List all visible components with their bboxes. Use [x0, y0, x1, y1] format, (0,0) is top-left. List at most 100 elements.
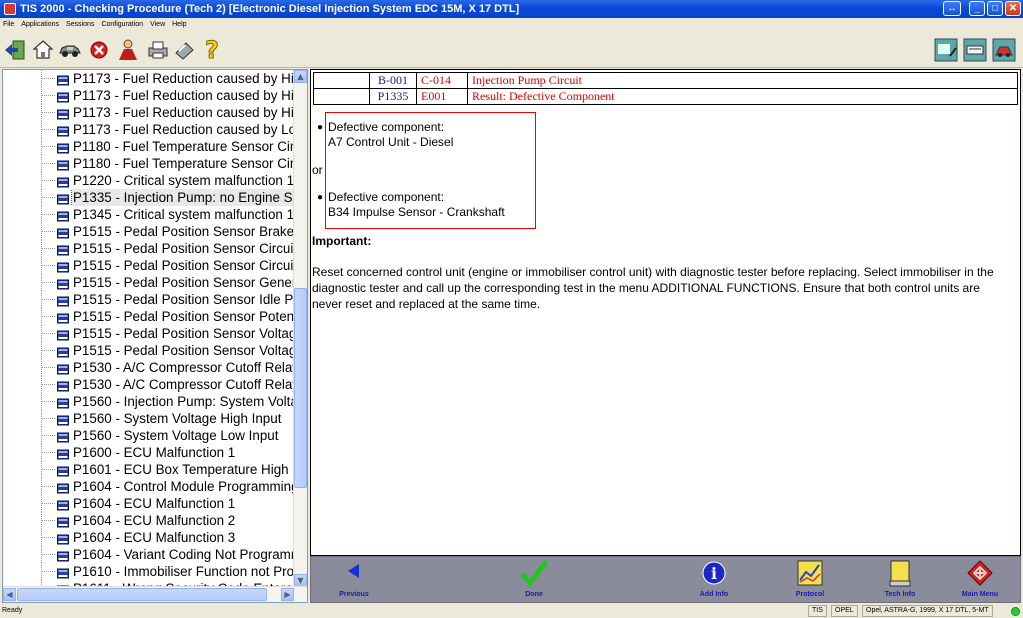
menu-configuration[interactable]: Configuration: [98, 21, 147, 28]
tree-item[interactable]: P1530 - A/C Compressor Cutoff Relay Low: [3, 359, 295, 376]
tree-vertical-scrollbar[interactable]: ▲ ▼: [293, 70, 307, 587]
scroll-right-icon[interactable]: ▶: [281, 588, 294, 601]
restore-down-extra-button[interactable]: ↔: [943, 1, 961, 16]
tree-item[interactable]: P1345 - Critical system malfunction 1: [3, 206, 295, 223]
tree-item[interactable]: P1515 - Pedal Position Sensor General Fa…: [3, 274, 295, 291]
tree-item-label: P1515 - Pedal Position Sensor Voltage Lo…: [73, 326, 295, 341]
tech2-icon[interactable]: [934, 37, 958, 63]
tree-item[interactable]: P1560 - Injection Pump: System Voltage: [3, 393, 295, 410]
protocol-button[interactable]: Protocol: [775, 557, 845, 602]
tree-item[interactable]: P1600 - ECU Malfunction 1: [3, 444, 295, 461]
tree-connector: [41, 325, 56, 342]
scroll-left-icon[interactable]: ◀: [3, 588, 16, 601]
defect-title: Defective component:: [328, 120, 445, 134]
window-title: TIS 2000 - Checking Procedure (Tech 2) […: [20, 3, 520, 15]
back-arrow-icon: [348, 564, 359, 578]
protocol-chart-icon: [797, 560, 823, 586]
book-icon: [57, 481, 69, 494]
tree-item[interactable]: P1604 - Control Module Programming Error: [3, 478, 295, 495]
menu-sessions[interactable]: Sessions: [63, 21, 98, 28]
tree-item[interactable]: P1560 - System Voltage High Input: [3, 410, 295, 427]
tree-item-label: P1560 - Injection Pump: System Voltage: [73, 394, 295, 409]
book-icon: [57, 294, 69, 307]
close-button[interactable]: ✕: [1005, 1, 1021, 16]
table-row: P1335 E001 Result: Defective Component: [313, 88, 1018, 105]
tree-item[interactable]: P1515 - Pedal Position Sensor Circuit Lo…: [3, 240, 295, 257]
tree-item[interactable]: P1515 - Pedal Position Sensor Circuit Hi…: [3, 257, 295, 274]
tree-item[interactable]: P1335 - Injection Pump: no Engine Speed …: [3, 189, 295, 206]
tree-item[interactable]: P1180 - Fuel Temperature Sensor Circuit …: [3, 155, 295, 172]
book-icon: [57, 243, 69, 256]
book-icon: [57, 73, 69, 86]
print-icon[interactable]: [145, 37, 171, 63]
book-icon: [57, 379, 69, 392]
tree-item[interactable]: P1610 - Immobiliser Function not Program…: [3, 563, 295, 580]
tree-item[interactable]: P1604 - ECU Malfunction 3: [3, 529, 295, 546]
tree-item[interactable]: P1515 - Pedal Position Sensor Potentiome…: [3, 308, 295, 325]
tree-item[interactable]: P1601 - ECU Box Temperature High: [3, 461, 295, 478]
table-cell: Result: Defective Component: [467, 88, 1018, 105]
tree-item[interactable]: P1515 - Pedal Position Sensor Idle Posit…: [3, 291, 295, 308]
book-icon: [57, 362, 69, 375]
book-icon: [57, 260, 69, 273]
book-icon: [57, 90, 69, 103]
add-info-button[interactable]: i Add Info: [679, 557, 749, 602]
vehicle-icon[interactable]: [57, 37, 83, 63]
menu-applications[interactable]: Applications: [18, 21, 63, 28]
table-cell: C-014: [416, 72, 468, 89]
menu-view[interactable]: View: [147, 21, 169, 28]
tree-item[interactable]: P1604 - ECU Malfunction 2: [3, 512, 295, 529]
table-cell: E001: [416, 88, 468, 105]
tree-item-label: P1530 - A/C Compressor Cutoff Relay Low: [73, 360, 295, 375]
tree-item[interactable]: P1560 - System Voltage Low Input: [3, 427, 295, 444]
person-icon[interactable]: [115, 37, 141, 63]
main-menu-button[interactable]: Main Menu: [945, 557, 1015, 602]
scroll-up-icon[interactable]: ▲: [294, 70, 307, 83]
tree-item-label: P1604 - Control Module Programming Error: [73, 479, 295, 494]
defect-entry-2: ● Defective component: B34 Impulse Senso…: [317, 190, 505, 220]
vehicle-data-icon[interactable]: [963, 37, 987, 63]
horizontal-scroll-thumb[interactable]: [17, 588, 267, 601]
tree-item[interactable]: P1515 - Pedal Position Sensor Voltage Lo…: [3, 325, 295, 342]
tree-item[interactable]: P1530 - A/C Compressor Cutoff Relay High: [3, 376, 295, 393]
stop-icon[interactable]: [86, 37, 112, 63]
book-icon: [57, 158, 69, 171]
tree-item[interactable]: P1173 - Fuel Reduction caused by High Fu…: [3, 104, 295, 121]
tree-item[interactable]: P1173 - Fuel Reduction caused by High In…: [3, 87, 295, 104]
tree-item-label: P1604 - ECU Malfunction 1: [73, 496, 236, 511]
diagnostics-icon[interactable]: [992, 37, 1016, 63]
tree-item[interactable]: P1173 - Fuel Reduction caused by High Co…: [3, 70, 295, 87]
tools-icon[interactable]: [172, 37, 198, 63]
book-icon: [57, 498, 69, 511]
tree-item[interactable]: P1604 - Variant Coding Not Programmed: [3, 546, 295, 563]
minimize-button[interactable]: _: [969, 1, 985, 16]
status-bar: Ready TIS OPEL Opel, ASTRA-G, 1999, X 17…: [0, 604, 1023, 618]
checkmark-icon: [521, 560, 547, 587]
menu-file[interactable]: File: [0, 21, 18, 28]
vertical-scroll-thumb[interactable]: [294, 288, 307, 488]
book-icon: [57, 413, 69, 426]
tree-connector: [41, 70, 56, 87]
tree-connector: [41, 563, 56, 580]
tree-item[interactable]: P1220 - Critical system malfunction 1: [3, 172, 295, 189]
done-button[interactable]: Done: [499, 557, 569, 602]
tree-item-label: P1515 - Pedal Position Sensor Voltage Hi…: [73, 343, 295, 358]
help-icon[interactable]: ?: [199, 37, 225, 63]
tree-horizontal-scrollbar[interactable]: ◀ ▶: [3, 586, 307, 602]
tech-info-button[interactable]: Tech Info: [865, 557, 935, 602]
menu-help[interactable]: Help: [169, 21, 190, 28]
tree-item[interactable]: P1604 - ECU Malfunction 1: [3, 495, 295, 512]
home-icon[interactable]: [30, 37, 56, 63]
tree-item-label: P1560 - System Voltage Low Input: [73, 428, 279, 443]
svg-text:i: i: [711, 564, 717, 583]
tree-item[interactable]: P1173 - Fuel Reduction caused by Low Bar…: [3, 121, 295, 138]
defect-item: A7 Control Unit - Diesel: [328, 135, 454, 149]
tree-item[interactable]: P1515 - Pedal Position Sensor Voltage Hi…: [3, 342, 295, 359]
tree-connector: [41, 359, 56, 376]
tree-item[interactable]: P1515 - Pedal Position Sensor Brake Sign…: [3, 223, 295, 240]
tree-item[interactable]: P1180 - Fuel Temperature Sensor Circuit …: [3, 138, 295, 155]
maximize-button[interactable]: □: [987, 1, 1003, 16]
tree-connector: [41, 121, 56, 138]
exit-icon[interactable]: [2, 37, 28, 63]
previous-button[interactable]: Previous: [319, 557, 389, 602]
